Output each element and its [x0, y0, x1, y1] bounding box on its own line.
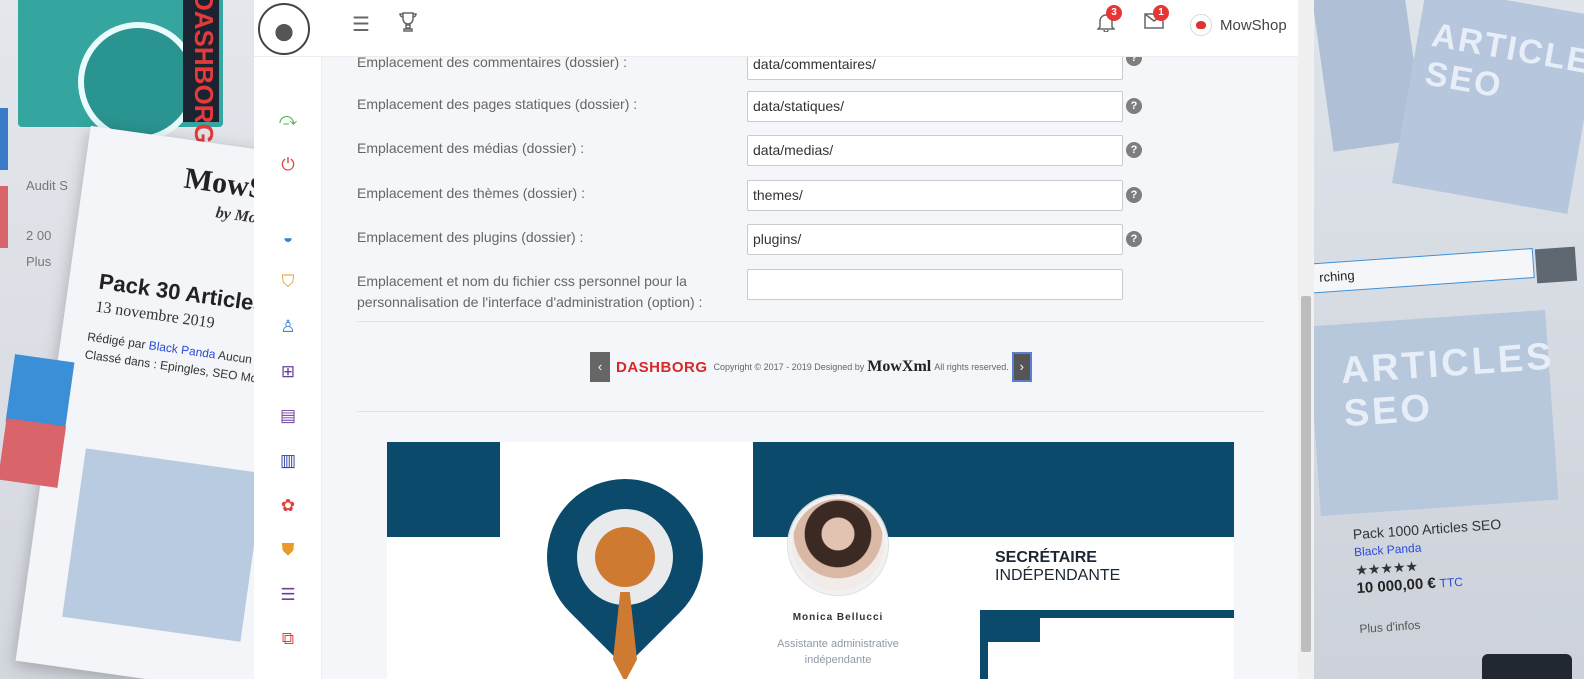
field-label: Emplacement et nom du fichier css person… — [357, 273, 703, 310]
help-icon[interactable]: ? — [1126, 187, 1142, 203]
dashborg-logo: DASHBORG — [616, 358, 708, 376]
admin-footer: ‹ DASHBORG Copyright © 2017 - 2019 Desig… — [590, 352, 1032, 382]
scrollbar-thumb[interactable] — [1301, 296, 1311, 652]
statiques-path-input[interactable]: data/statiques/ — [747, 91, 1123, 122]
help-icon[interactable]: ? — [1126, 231, 1142, 247]
reload-icon[interactable]: ⤼ — [254, 108, 322, 132]
plugins-path-input[interactable]: plugins/ — [747, 224, 1123, 255]
copyright-text: Copyright © 2017 - 2019 Designed by — [713, 362, 865, 372]
trash-icon — [0, 418, 67, 488]
commentaires-path-input[interactable]: data/commentaires/ — [747, 57, 1123, 80]
banner-frame — [980, 610, 1234, 679]
seo-audit-tile: DASHBORG — [18, 0, 223, 144]
product-image-articles-seo: ARTICLES SEO — [1391, 0, 1584, 214]
trophy-icon[interactable] — [399, 12, 417, 38]
menu-icon[interactable]: ☰ — [352, 12, 370, 37]
edge-button-blue — [0, 108, 8, 170]
dashboard-icon[interactable]: ◒ — [254, 226, 322, 250]
card-sub: by MowXm — [214, 204, 258, 232]
gauge-graphic — [78, 22, 198, 142]
sidebar: ⤼ ⏻ ◒ ⛉ ♙ ⊞ ▤ ▥ ✿ ⛊ ☰ ⧉ — [254, 57, 322, 679]
settings-content: Emplacement des commentaires (dossier) :… — [322, 57, 1298, 679]
themes-path-input[interactable]: themes/ — [747, 180, 1123, 211]
job-title: SECRÉTAIRE — [995, 549, 1097, 566]
divider — [357, 411, 1264, 412]
copy-icon[interactable]: ⧉ — [254, 627, 322, 651]
power-icon[interactable]: ⏻ — [254, 153, 322, 177]
notifications-badge: 3 — [1106, 5, 1122, 21]
chevron-left-icon[interactable]: ‹ — [590, 352, 610, 382]
shield-icon[interactable]: ⛉ — [254, 270, 322, 294]
shop-avatar[interactable] — [1190, 14, 1212, 36]
field-label: Emplacement des commentaires (dossier) : — [357, 57, 627, 70]
field-label: Emplacement des pages statiques (dossier… — [357, 96, 638, 112]
product-info: Pack 1000 Articles SEO Black Panda ★★★★★… — [1352, 515, 1502, 637]
lotus-icon — [266, 11, 302, 47]
audit-snippet: Audit S 2 00 Plus — [26, 178, 68, 269]
banner-shape — [387, 442, 500, 537]
dark-button-partial — [1482, 654, 1572, 679]
bar-chart-icon[interactable]: ▥ — [254, 449, 322, 473]
field-label: Emplacement des plugins (dossier) : — [357, 229, 584, 245]
background-right: ARTICLES SEO rching ARTICLES SEO Pack 10… — [1314, 0, 1584, 679]
comment-icon[interactable]: ▤ — [254, 404, 322, 428]
mowxml-logo[interactable]: MowXml — [867, 358, 931, 376]
medias-path-input[interactable]: data/medias/ — [747, 135, 1123, 166]
person-role: Assistante administrative indépendante — [777, 638, 899, 666]
user-icon[interactable]: ♙ — [254, 315, 322, 339]
card-logo: MowS — [182, 161, 258, 206]
secretary-banner: Monica Bellucci Assistante administrativ… — [387, 442, 1234, 679]
dashborg-vertical-logo: DASHBORG — [183, 0, 219, 144]
card-meta: Rédigé par Black Panda Aucun comm Classé… — [83, 329, 258, 391]
field-label: Emplacement des médias (dossier) : — [357, 140, 585, 156]
palette-icon[interactable]: ✿ — [254, 494, 322, 518]
field-label: Emplacement des thèmes (dossier) : — [357, 185, 585, 201]
database-icon[interactable]: ☰ — [254, 583, 322, 607]
rights-text: All rights reserved. — [934, 362, 1009, 372]
medkit-icon[interactable]: ⊞ — [254, 360, 322, 384]
avatar — [788, 495, 888, 595]
search-icon — [1534, 246, 1578, 284]
person-name: Monica Bellucci — [792, 612, 884, 623]
product-image-main: ARTICLES SEO — [1314, 309, 1559, 517]
chevron-right-icon[interactable]: › — [1011, 352, 1032, 382]
person-head-graphic — [595, 527, 655, 587]
brand-logo[interactable] — [258, 3, 310, 55]
help-icon[interactable]: ? — [1126, 142, 1142, 158]
help-icon[interactable]: ? — [1126, 98, 1142, 114]
help-icon[interactable]: ? — [1126, 57, 1142, 66]
job-subtitle: INDÉPENDANTE — [995, 567, 1121, 584]
search-input-background: rching — [1314, 248, 1535, 294]
user-menu[interactable]: MowShop — [1220, 17, 1287, 34]
background-left: DASHBORG Audit S 2 00 Plus MowS by MowXm… — [0, 0, 258, 679]
divider — [357, 321, 1264, 322]
messages-badge: 1 — [1153, 5, 1169, 21]
scrollbar[interactable] — [1298, 0, 1314, 679]
edge-button-red — [0, 186, 8, 248]
card-image — [62, 448, 258, 642]
custom-css-input[interactable] — [747, 269, 1123, 300]
bookmark-icon[interactable]: ⛊ — [254, 538, 322, 562]
